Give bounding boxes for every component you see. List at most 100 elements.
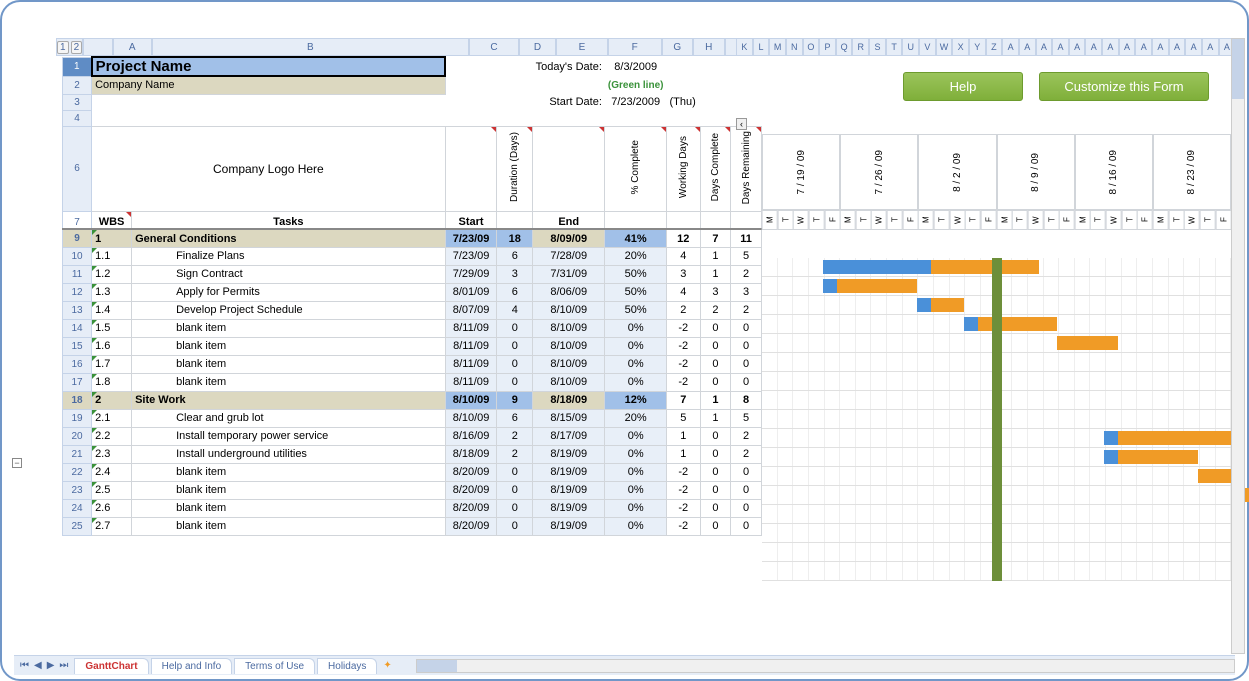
remaining-cell[interactable]: 2 <box>731 427 762 445</box>
tab-first-icon[interactable]: ⏮ <box>18 660 31 671</box>
start-cell[interactable]: 7/23/09 <box>445 229 497 247</box>
tab-prev-icon[interactable]: ◀ <box>32 660 44 671</box>
table-row[interactable]: 11 1.2 Sign Contract 7/29/09 3 7/31/09 5… <box>63 265 762 283</box>
duration-cell[interactable]: 0 <box>497 319 533 337</box>
row-header[interactable]: 15 <box>63 337 92 355</box>
pct-cell[interactable]: 0% <box>605 517 667 535</box>
row-header[interactable]: 22 <box>63 463 92 481</box>
help-button[interactable]: Help <box>903 72 1023 101</box>
remaining-cell[interactable]: 0 <box>731 373 762 391</box>
row-header-6[interactable]: 6 <box>63 126 92 211</box>
gantt-col-letter[interactable]: A <box>1069 38 1086 56</box>
outline-group-buttons[interactable]: 12 <box>56 38 83 56</box>
task-cell[interactable]: blank item <box>132 319 446 337</box>
tab-help[interactable]: Help and Info <box>151 658 233 674</box>
gantt-col-letter[interactable]: Z <box>986 38 1003 56</box>
duration-cell[interactable]: 0 <box>497 499 533 517</box>
gantt-col-letter[interactable]: A <box>1085 38 1102 56</box>
gantt-col-letter[interactable]: K <box>736 38 753 56</box>
gantt-col-headers[interactable]: KLMNOPQRSTUVWXYZAAAAAAAAAAAAAA <box>736 38 1235 56</box>
workdays-cell[interactable]: 4 <box>666 247 700 265</box>
row-header[interactable]: 9 <box>63 229 92 247</box>
table-row[interactable]: 9 1 General Conditions 7/23/09 18 8/09/0… <box>63 229 762 247</box>
workdays-cell[interactable]: -2 <box>666 481 700 499</box>
project-name-cell[interactable]: Project Name <box>92 57 446 76</box>
wbs-cell[interactable]: 2 <box>92 391 132 409</box>
workdays-cell[interactable]: 5 <box>666 409 700 427</box>
gantt-col-letter[interactable]: P <box>819 38 836 56</box>
task-cell[interactable]: Install underground utilities <box>132 445 446 463</box>
task-cell[interactable]: blank item <box>132 499 446 517</box>
pct-cell[interactable]: 0% <box>605 499 667 517</box>
task-cell[interactable]: Apply for Permits <box>132 283 446 301</box>
start-cell[interactable]: 8/11/09 <box>445 337 497 355</box>
tab-holidays[interactable]: Holidays <box>317 658 377 674</box>
end-cell[interactable]: 7/31/09 <box>533 265 605 283</box>
wbs-cell[interactable]: 2.1 <box>92 409 132 427</box>
wbs-cell[interactable]: 2.6 <box>92 499 132 517</box>
wbs-cell[interactable]: 1.3 <box>92 283 132 301</box>
gantt-col-letter[interactable]: X <box>952 38 969 56</box>
task-cell[interactable]: blank item <box>132 373 446 391</box>
pct-cell[interactable]: 50% <box>605 301 667 319</box>
col-header-D[interactable]: D <box>519 38 556 56</box>
workdays-cell[interactable]: -2 <box>666 337 700 355</box>
table-row[interactable]: 10 1.1 Finalize Plans 7/23/09 6 7/28/09 … <box>63 247 762 265</box>
row-header[interactable]: 18 <box>63 391 92 409</box>
complete-cell[interactable]: 1 <box>700 409 731 427</box>
tab-terms[interactable]: Terms of Use <box>234 658 315 674</box>
row-header-4[interactable]: 4 <box>63 110 92 126</box>
col-header-E[interactable]: E <box>556 38 608 56</box>
gantt-col-letter[interactable]: S <box>869 38 886 56</box>
col-header-G[interactable]: G <box>662 38 694 56</box>
tab-next-icon[interactable]: ▶ <box>45 660 57 671</box>
complete-cell[interactable]: 0 <box>700 481 731 499</box>
end-cell[interactable]: 8/10/09 <box>533 301 605 319</box>
wbs-cell[interactable]: 2.2 <box>92 427 132 445</box>
remaining-cell[interactable]: 0 <box>731 319 762 337</box>
remaining-cell[interactable]: 0 <box>731 463 762 481</box>
wbs-cell[interactable]: 1 <box>92 229 132 247</box>
start-cell[interactable]: 8/11/09 <box>445 373 497 391</box>
gantt-col-letter[interactable]: Y <box>969 38 986 56</box>
table-row[interactable]: 17 1.8 blank item 8/11/09 0 8/10/09 0% -… <box>63 373 762 391</box>
row-header[interactable]: 17 <box>63 373 92 391</box>
row-header[interactable]: 12 <box>63 283 92 301</box>
remaining-cell[interactable]: 2 <box>731 301 762 319</box>
duration-cell[interactable]: 0 <box>497 481 533 499</box>
gantt-col-letter[interactable]: L <box>753 38 770 56</box>
row-header[interactable]: 14 <box>63 319 92 337</box>
duration-cell[interactable]: 3 <box>497 265 533 283</box>
workdays-cell[interactable]: 2 <box>666 301 700 319</box>
end-cell[interactable]: 8/17/09 <box>533 427 605 445</box>
pct-cell[interactable]: 0% <box>605 445 667 463</box>
table-row[interactable]: 23 2.5 blank item 8/20/09 0 8/19/09 0% -… <box>63 481 762 499</box>
wbs-cell[interactable]: 1.6 <box>92 337 132 355</box>
task-cell[interactable]: Finalize Plans <box>132 247 446 265</box>
start-cell[interactable]: 8/20/09 <box>445 463 497 481</box>
remaining-cell[interactable]: 5 <box>731 247 762 265</box>
wbs-cell[interactable]: 1.1 <box>92 247 132 265</box>
wbs-cell[interactable]: 2.5 <box>92 481 132 499</box>
complete-cell[interactable]: 0 <box>700 517 731 535</box>
remaining-cell[interactable]: 2 <box>731 265 762 283</box>
remaining-cell[interactable]: 0 <box>731 499 762 517</box>
horizontal-scrollbar[interactable] <box>416 659 1235 673</box>
remaining-cell[interactable]: 11 <box>731 229 762 247</box>
start-cell[interactable]: 8/11/09 <box>445 319 497 337</box>
table-row[interactable]: 22 2.4 blank item 8/20/09 0 8/19/09 0% -… <box>63 463 762 481</box>
duration-cell[interactable]: 4 <box>497 301 533 319</box>
start-cell[interactable]: 8/20/09 <box>445 517 497 535</box>
workdays-cell[interactable]: 4 <box>666 283 700 301</box>
gantt-col-letter[interactable]: M <box>769 38 786 56</box>
duration-cell[interactable]: 6 <box>497 283 533 301</box>
pct-cell[interactable]: 0% <box>605 319 667 337</box>
gantt-scroll-left-btn[interactable]: ‹ <box>736 118 747 130</box>
table-row[interactable]: 24 2.6 blank item 8/20/09 0 8/19/09 0% -… <box>63 499 762 517</box>
col-header-A[interactable]: A <box>113 38 152 56</box>
complete-cell[interactable]: 3 <box>700 283 731 301</box>
task-cell[interactable]: blank item <box>132 463 446 481</box>
complete-cell[interactable]: 0 <box>700 499 731 517</box>
gantt-col-letter[interactable]: A <box>1185 38 1202 56</box>
start-cell[interactable]: 8/18/09 <box>445 445 497 463</box>
